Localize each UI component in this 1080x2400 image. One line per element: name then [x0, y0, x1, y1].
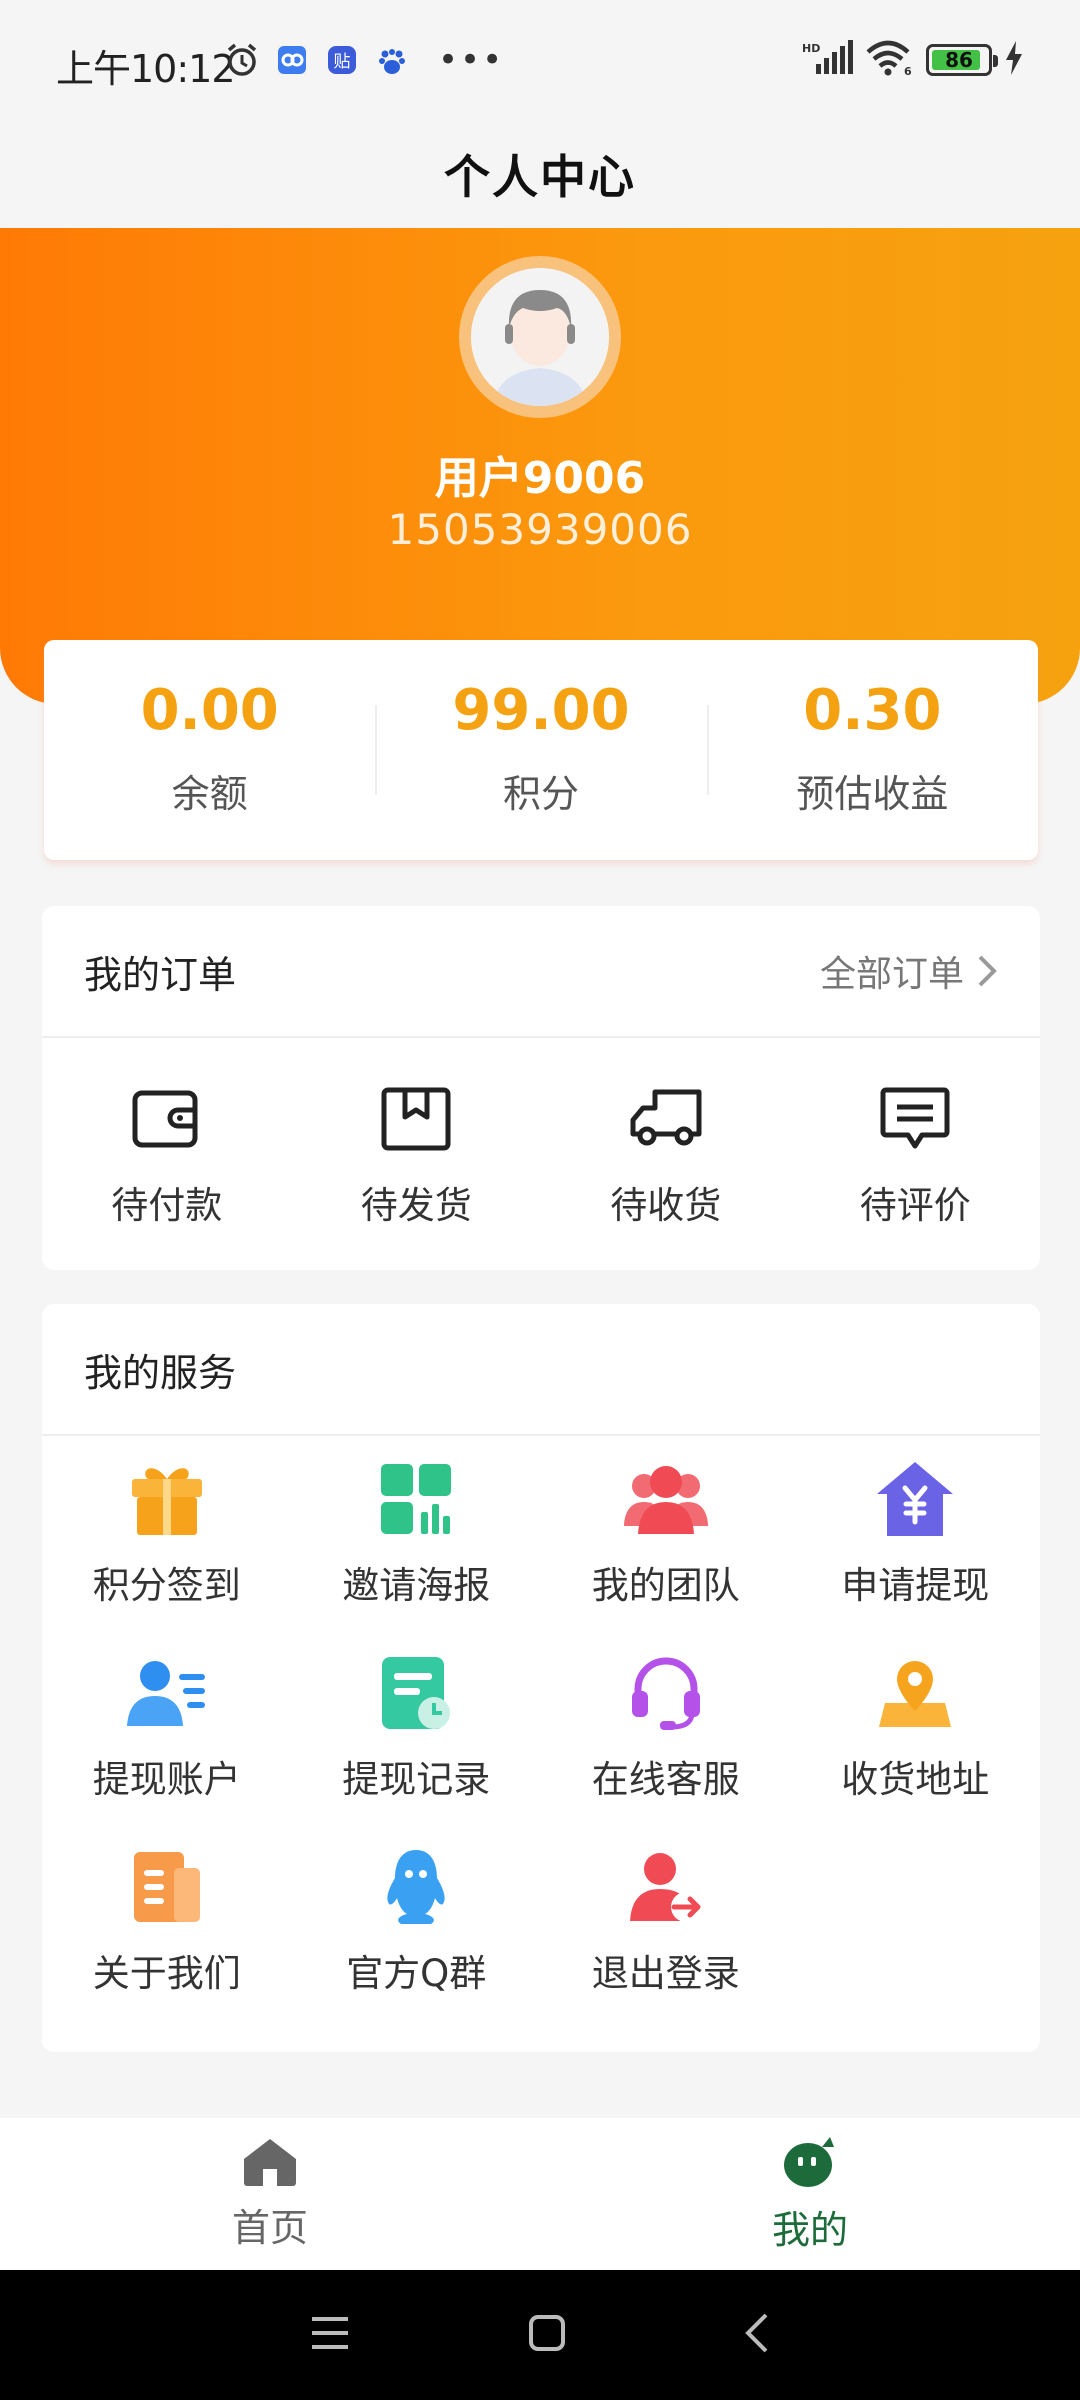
- service-withdraw-account[interactable]: 提现账户: [42, 1630, 292, 1824]
- service-label: 退出登录: [591, 1952, 740, 1995]
- home-icon: [242, 2137, 298, 2191]
- svg-text:HD: HD: [802, 42, 820, 55]
- svg-text:贴: 贴: [334, 52, 351, 72]
- order-label: 待评价: [859, 1184, 971, 1227]
- status-bar: 上午10:12 贴 ••• HD 6 86: [0, 0, 1080, 120]
- app-notification-icon: [274, 42, 310, 78]
- service-about-us[interactable]: 关于我们: [42, 1824, 292, 2018]
- menu-icon[interactable]: [308, 2313, 352, 2357]
- service-shipping-address[interactable]: 收货地址: [791, 1630, 1041, 1824]
- tab-mine[interactable]: 我的: [540, 2118, 1080, 2270]
- status-notification-icons: 贴 •••: [224, 40, 504, 80]
- order-pending-review[interactable]: 待评价: [791, 1038, 1041, 1268]
- stat-value: 0.00: [140, 677, 279, 743]
- service-label: 收货地址: [841, 1758, 990, 1801]
- all-orders-link[interactable]: 全部订单: [820, 945, 998, 997]
- truck-icon: [624, 1077, 708, 1161]
- signal-icon: HD: [802, 40, 854, 80]
- page-header: 个人中心: [0, 120, 1080, 228]
- tab-home[interactable]: 首页: [0, 2118, 540, 2270]
- back-icon[interactable]: [742, 2311, 772, 2359]
- service-withdraw-record[interactable]: 提现记录: [292, 1630, 542, 1824]
- chevron-right-icon: [976, 953, 998, 989]
- service-label: 官方Q群: [346, 1952, 487, 1995]
- service-logout[interactable]: 退出登录: [541, 1824, 791, 2018]
- orders-header: 我的订单 全部订单: [42, 906, 1040, 1038]
- stat-estimated-earnings[interactable]: 0.30 预估收益: [706, 640, 1038, 860]
- status-time: 上午10:12: [56, 47, 236, 91]
- stat-value: 0.30: [803, 677, 942, 743]
- service-label: 关于我们: [92, 1952, 241, 1995]
- avatar[interactable]: [459, 256, 621, 418]
- order-pending-payment[interactable]: 待付款: [42, 1038, 292, 1268]
- service-withdraw-request[interactable]: 申请提现: [791, 1436, 1041, 1630]
- stat-label: 积分: [502, 771, 579, 816]
- services-title: 我的服务: [84, 1350, 237, 1395]
- headset-icon: [624, 1651, 708, 1735]
- service-my-team[interactable]: 我的团队: [541, 1436, 791, 1630]
- phone-number: 15053939006: [387, 505, 693, 554]
- order-label: 待付款: [111, 1184, 223, 1227]
- alarm-icon: [224, 42, 260, 78]
- comment-icon: [873, 1077, 957, 1161]
- svg-text:6: 6: [904, 65, 912, 76]
- more-notifications-icon: •••: [438, 40, 505, 80]
- tieba-notification-icon: 贴: [324, 42, 360, 78]
- service-label: 积分签到: [92, 1564, 241, 1607]
- order-label: 待发货: [360, 1184, 472, 1227]
- account-icon: [125, 1651, 209, 1735]
- stat-value: 99.00: [452, 677, 630, 743]
- all-orders-label: 全部订单: [819, 954, 964, 995]
- service-label: 提现账户: [92, 1758, 241, 1801]
- battery-level: 86: [945, 48, 973, 72]
- page-title: 个人中心: [444, 150, 636, 204]
- services-card: 我的服务 积分签到 邀请海报 我的团队 申请提现 提现账户 提现记录 在线客服 …: [42, 1304, 1040, 2052]
- home-square-icon[interactable]: [527, 2313, 567, 2357]
- order-pending-shipment[interactable]: 待发货: [292, 1038, 542, 1268]
- package-icon: [374, 1077, 458, 1161]
- service-invite-poster[interactable]: 邀请海报: [292, 1436, 542, 1630]
- wallet-icon: [125, 1077, 209, 1161]
- logout-icon: [624, 1845, 708, 1929]
- service-label: 我的团队: [591, 1564, 740, 1607]
- service-label: 提现记录: [342, 1758, 491, 1801]
- avatar-image: [471, 268, 609, 406]
- order-label: 待收货: [610, 1184, 722, 1227]
- record-icon: [374, 1651, 458, 1735]
- service-label: 申请提现: [841, 1564, 990, 1607]
- service-official-qq-group[interactable]: 官方Q群: [292, 1824, 542, 2018]
- charging-icon: [1004, 41, 1024, 79]
- stat-balance[interactable]: 0.00 余额: [44, 640, 375, 860]
- stat-points[interactable]: 99.00 积分: [375, 640, 706, 860]
- stat-label: 余额: [171, 771, 248, 816]
- stats-card: 0.00 余额 99.00 积分 0.30 预估收益: [44, 640, 1038, 860]
- poster-icon: [374, 1457, 458, 1541]
- tab-label: 我的: [771, 2207, 848, 2252]
- qq-icon: [374, 1845, 458, 1929]
- orders-card: 我的订单 全部订单 待付款 待发货 待收货 待评价: [42, 906, 1040, 1270]
- battery-icon: 86: [926, 44, 998, 76]
- service-label: 邀请海报: [342, 1564, 491, 1607]
- service-online-support[interactable]: 在线客服: [541, 1630, 791, 1824]
- wifi-icon: 6: [866, 40, 914, 80]
- stat-label: 预估收益: [796, 771, 949, 816]
- service-label: 在线客服: [591, 1758, 740, 1801]
- orders-title: 我的订单: [84, 952, 237, 997]
- bottom-tab-bar: 首页 我的: [0, 2118, 1080, 2270]
- withdraw-icon: [873, 1457, 957, 1541]
- system-nav-bar: [0, 2270, 1080, 2400]
- mine-icon: [782, 2135, 838, 2193]
- order-pending-receipt[interactable]: 待收货: [541, 1038, 791, 1268]
- status-system-icons: HD 6 86: [802, 40, 1024, 80]
- username: 用户9006: [434, 453, 646, 504]
- service-points-checkin[interactable]: 积分签到: [42, 1436, 292, 1630]
- tab-label: 首页: [231, 2205, 308, 2250]
- location-icon: [873, 1651, 957, 1735]
- gift-icon: [125, 1457, 209, 1541]
- baidu-notification-icon: [374, 42, 410, 78]
- team-icon: [623, 1457, 708, 1541]
- about-icon: [125, 1845, 209, 1929]
- services-header: 我的服务: [42, 1304, 1040, 1436]
